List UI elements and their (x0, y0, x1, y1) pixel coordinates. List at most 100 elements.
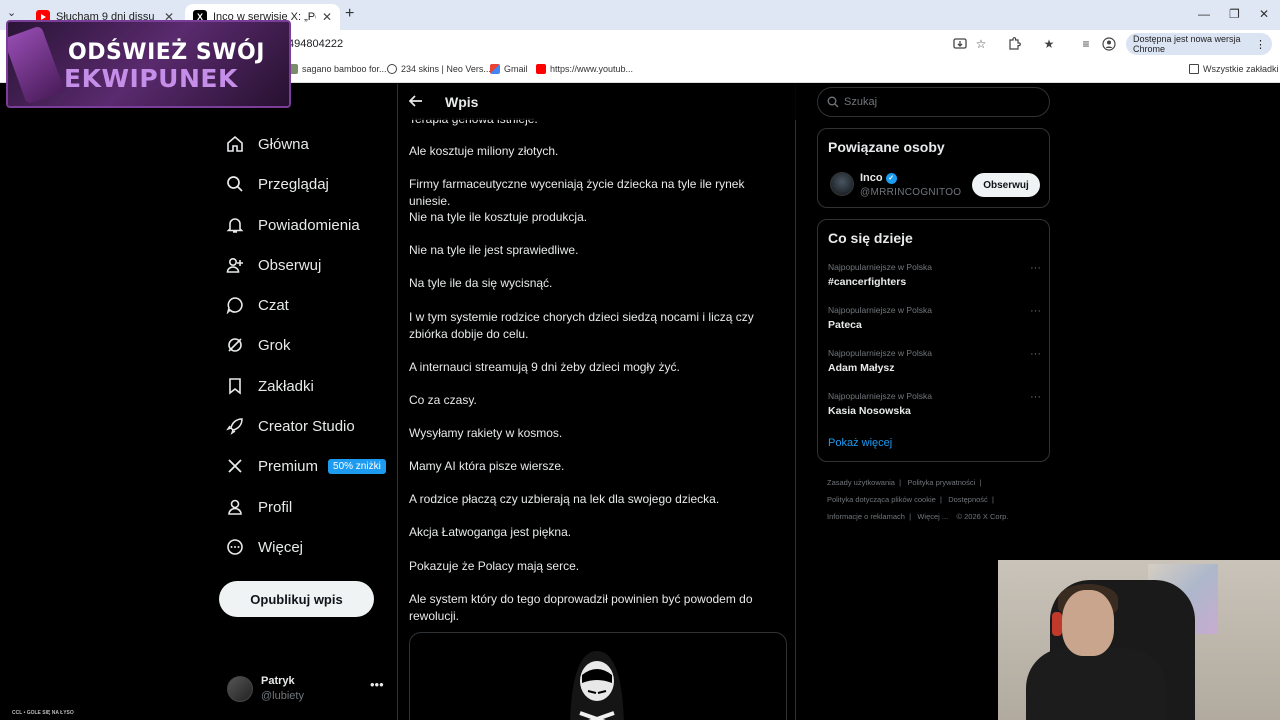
trend-item[interactable]: Najpopularniejsze w Polska Pateca ··· (828, 305, 1041, 339)
banner-line-2: EKWIPUNEK (64, 64, 238, 93)
post-column: Terapia genowa istnieje. Wpis Ale kosztu… (397, 84, 796, 720)
avatar (227, 676, 253, 702)
footer-link-accessibility[interactable]: Dostępność (948, 495, 988, 504)
bookmark-item[interactable]: 234 skins | Neo Vers... (387, 64, 491, 74)
url-text[interactable]: 494804222 (288, 38, 343, 50)
search-icon (225, 174, 245, 194)
post-paragraph: Co za czasy. (409, 393, 477, 407)
nav-item-explore[interactable]: Przeglądaj (225, 170, 329, 198)
more-dots-icon[interactable]: ··· (1030, 305, 1041, 317)
more-dots-icon[interactable]: ··· (1030, 348, 1041, 360)
close-tab-icon[interactable]: ✕ (322, 10, 332, 24)
headset (1052, 612, 1062, 636)
verified-badge-icon: ✓ (885, 172, 897, 184)
restore-icon[interactable]: ❐ (1229, 7, 1240, 21)
grok-icon (225, 335, 245, 355)
nav-item-more[interactable]: Więcej (225, 533, 303, 561)
trend-context: Najpopularniejsze w Polska (828, 348, 932, 358)
close-window-icon[interactable]: ✕ (1259, 7, 1269, 21)
nav-label: Więcej (258, 538, 304, 556)
nav-item-grok[interactable]: Grok (225, 331, 291, 359)
follow-button[interactable]: Obserwuj (972, 173, 1040, 197)
panel-title: Co się dzieje (828, 230, 913, 246)
home-icon (225, 134, 245, 154)
trend-item[interactable]: Najpopularniejsze w Polska Adam Małysz ·… (828, 348, 1041, 382)
search-input[interactable]: Szukaj (817, 87, 1050, 117)
trend-context: Najpopularniejsze w Polska (828, 305, 932, 315)
footer-link-ads[interactable]: Informacje o reklamach (827, 512, 905, 521)
all-bookmarks-folder[interactable]: Wszystkie zakładki (1189, 64, 1279, 74)
star-icon[interactable]: ☆ (973, 36, 989, 52)
footer-link-privacy[interactable]: Polityka prywatności (907, 478, 975, 487)
bookmark-label: 234 skins | Neo Vers... (401, 64, 491, 74)
post-paragraph: Ale system który do tego doprowadził pow… (409, 592, 753, 623)
nav-label: Premium (258, 457, 319, 475)
bookmark-item[interactable]: Gmail (490, 64, 528, 74)
nav-item-notifications[interactable]: Powiadomienia (225, 211, 360, 239)
footer-link-tos[interactable]: Zasady użytkowania (827, 478, 895, 487)
nav-item-creator-studio[interactable]: Creator Studio (225, 412, 355, 440)
nav-item-bookmarks[interactable]: Zakładki (225, 372, 314, 400)
account-handle: @lubiety (261, 690, 304, 702)
publish-post-button[interactable]: Opublikuj wpis (219, 581, 374, 617)
account-name: Patryk (261, 675, 295, 687)
chat-icon (225, 295, 245, 315)
extensions-icon[interactable] (1006, 36, 1022, 52)
menu-dots-icon[interactable]: ⋮ (1255, 38, 1266, 51)
nav-label: Creator Studio (258, 417, 355, 435)
new-tab-button[interactable]: + (345, 5, 354, 23)
follow-icon (225, 255, 245, 275)
footer-links: Zasady użytkowania | Polityka prywatnośc… (827, 478, 1009, 521)
bookmark-item[interactable]: sagano bamboo for... (288, 64, 387, 74)
more-dots-icon[interactable]: ••• (370, 677, 384, 692)
nav-item-profile[interactable]: Profil (225, 493, 292, 521)
footer-link-cookies[interactable]: Polityka dotycząca plików cookie (827, 495, 936, 504)
hooded-figure-image (570, 651, 624, 720)
gmail-icon (490, 64, 500, 74)
trend-context: Najpopularniejsze w Polska (828, 262, 932, 272)
reading-list-icon[interactable]: ≡ (1078, 36, 1094, 52)
trend-title: Pateca (828, 319, 862, 331)
post-paragraph: Nie na tyle ile kosztuje produkcja. (409, 210, 588, 224)
post-paragraph: A rodzice płaczą czy uzbierają na lek dl… (409, 492, 720, 506)
related-person-name[interactable]: Inco ✓ (860, 172, 897, 184)
trend-item[interactable]: Najpopularniejsze w Polska #cancerfighte… (828, 262, 1041, 296)
trend-item[interactable]: Najpopularniejsze w Polska Kasia Nosowsk… (828, 391, 1041, 425)
search-icon (827, 96, 839, 108)
show-more-link[interactable]: Pokaż więcej (828, 437, 892, 449)
more-circle-icon (225, 537, 245, 557)
back-arrow-icon[interactable] (408, 94, 423, 110)
tab-search-chevron-icon[interactable]: ⌄ (7, 6, 16, 19)
footer-link-more[interactable]: Więcej ... (917, 512, 948, 521)
account-switcher[interactable]: Patryk @lubiety ••• (225, 672, 385, 708)
bookmark-star-icon[interactable]: ★ (1041, 36, 1057, 52)
person-name: Inco (860, 172, 883, 184)
minimize-icon[interactable]: — (1198, 7, 1210, 21)
nav-label: Powiadomienia (258, 216, 360, 234)
nav-item-premium[interactable]: Premium 50% zniżki (225, 452, 386, 480)
streamer-body (1026, 648, 1166, 720)
related-person-handle: @MRRINCOGNITOO (860, 187, 962, 198)
chrome-update-button[interactable]: Dostępna jest nowa wersja Chrome ⋮ (1126, 33, 1272, 55)
x-logo-icon (225, 456, 245, 476)
post-media[interactable] (409, 632, 787, 720)
bookmark-favicon-icon (387, 64, 397, 74)
nav-item-follow[interactable]: Obserwuj (225, 251, 321, 279)
install-app-icon[interactable] (952, 36, 968, 52)
more-dots-icon[interactable]: ··· (1030, 262, 1041, 274)
more-dots-icon[interactable]: ··· (1030, 391, 1041, 403)
post-paragraph: I w tym systemie rodzice chorych dzieci … (409, 310, 754, 341)
nav-item-home[interactable]: Główna (225, 130, 309, 158)
banner-line-1: ODŚWIEŻ SWÓJ (68, 40, 265, 65)
profile-icon[interactable] (1101, 36, 1117, 52)
nav-item-chat[interactable]: Czat (225, 291, 289, 319)
avatar[interactable] (830, 172, 854, 196)
bookmark-item[interactable]: https://www.youtub... (536, 64, 633, 74)
post-paragraph: Wysyłamy rakiety w kosmos. (409, 426, 563, 440)
trending-panel: Co się dzieje Najpopularniejsze w Polska… (817, 219, 1050, 462)
post-paragraph: Mamy AI która pisze wiersze. (409, 459, 565, 473)
post-paragraph: Ale kosztuje miliony złotych. (409, 144, 559, 158)
nav-label: Przeglądaj (258, 175, 329, 193)
nav-label: Profil (258, 498, 293, 516)
stream-overlay-banner: ODŚWIEŻ SWÓJ EKWIPUNEK (6, 20, 291, 108)
